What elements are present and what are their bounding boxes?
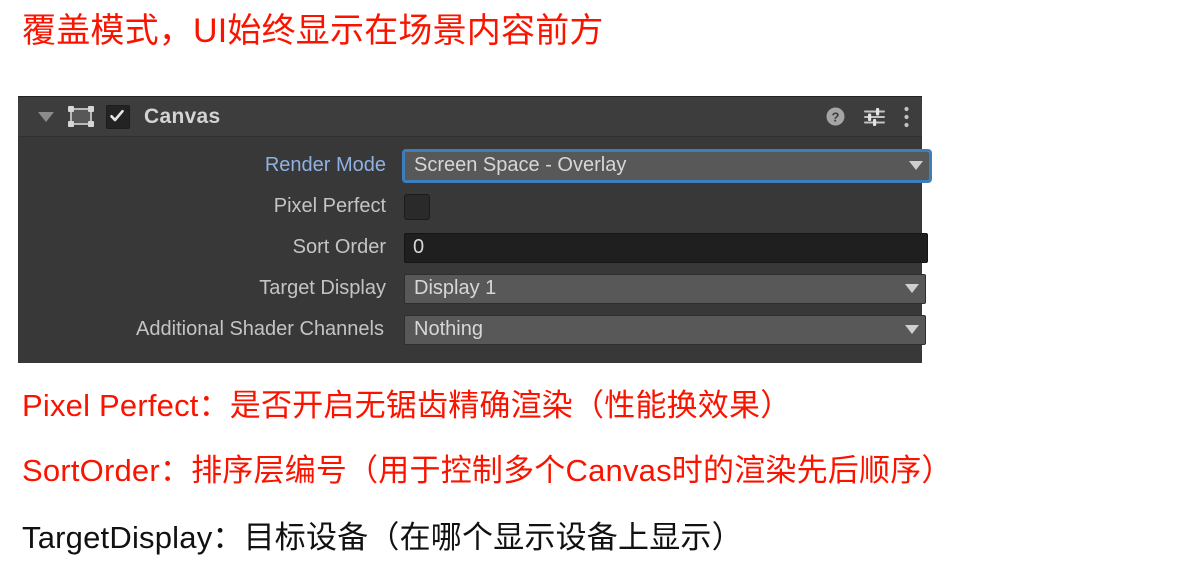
triangle-down-icon[interactable] bbox=[38, 111, 54, 122]
component-header[interactable]: Canvas ? bbox=[18, 97, 922, 137]
component-enabled-checkbox[interactable] bbox=[106, 104, 130, 129]
annotation-pixel-perfect: Pixel Perfect：是否开启无锯齿精确渲染（性能换效果） bbox=[22, 388, 792, 423]
component-title: Canvas bbox=[144, 104, 221, 128]
property-row-additional-shader-channels: Additional Shader Channels Nothing bbox=[18, 309, 926, 350]
render-mode-dropdown[interactable]: Screen Space - Overlay bbox=[402, 148, 932, 183]
property-list: Render Mode Screen Space - Overlay Pixel… bbox=[18, 137, 932, 363]
svg-text:?: ? bbox=[832, 109, 840, 124]
kebab-menu-icon[interactable] bbox=[903, 106, 910, 128]
property-row-render-mode: Render Mode Screen Space - Overlay bbox=[18, 145, 932, 186]
additional-shader-channels-dropdown[interactable]: Nothing bbox=[404, 314, 926, 345]
sort-order-input[interactable]: 0 bbox=[404, 232, 928, 263]
property-label-pixel-perfect: Pixel Perfect bbox=[273, 195, 386, 217]
property-label-target-display: Target Display bbox=[259, 277, 386, 299]
preset-sliders-icon[interactable] bbox=[863, 106, 886, 127]
property-row-sort-order: Sort Order 0 bbox=[18, 227, 928, 268]
property-row-target-display: Target Display Display 1 bbox=[18, 268, 926, 309]
annotation-sort-order: SortOrder：排序层编号（用于控制多个Canvas时的渲染先后顺序） bbox=[22, 453, 953, 488]
property-row-pixel-perfect: Pixel Perfect bbox=[18, 186, 922, 227]
target-display-value: Display 1 bbox=[414, 277, 497, 299]
render-mode-value: Screen Space - Overlay bbox=[414, 154, 627, 176]
sort-order-value: 0 bbox=[413, 236, 425, 258]
chevron-down-icon bbox=[905, 325, 919, 334]
chevron-down-icon bbox=[905, 284, 919, 293]
header-icon-group: ? bbox=[825, 106, 910, 128]
property-label-additional-shader-channels: Additional Shader Channels bbox=[136, 318, 384, 340]
pixel-perfect-checkbox[interactable] bbox=[404, 193, 430, 220]
target-display-dropdown[interactable]: Display 1 bbox=[404, 273, 926, 304]
checkbox-checked-icon bbox=[110, 109, 124, 121]
canvas-icon bbox=[68, 106, 94, 127]
property-label-render-mode: Render Mode bbox=[264, 154, 386, 176]
annotation-target-display: TargetDisplay：目标设备（在哪个显示设备上显示） bbox=[22, 520, 743, 555]
additional-shader-channels-value: Nothing bbox=[414, 318, 483, 340]
annotation-title: 覆盖模式，UI始终显示在场景内容前方 bbox=[22, 12, 604, 50]
property-label-sort-order: Sort Order bbox=[292, 236, 386, 258]
help-icon[interactable]: ? bbox=[825, 106, 846, 127]
canvas-inspector-panel: Canvas ? Render Mode Screen Space - Over… bbox=[18, 96, 932, 363]
chevron-down-icon bbox=[909, 161, 923, 170]
